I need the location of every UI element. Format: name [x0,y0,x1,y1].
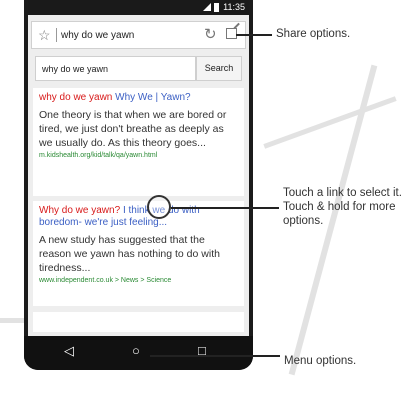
status-time: 11:35 [223,2,245,12]
reload-icon[interactable]: ↻ [204,25,217,43]
background-line [263,96,397,149]
search-button[interactable]: Search [196,56,242,81]
system-nav-bar: ◁ ○ □ [24,336,253,370]
divider [56,28,57,42]
result-title[interactable]: why do we yawn Why We | Yawn? [39,92,238,104]
bookmark-star-icon[interactable]: ☆ [38,27,51,44]
url-text[interactable]: why do we yawn [61,30,134,41]
callout-share: Share options. [276,28,351,40]
result-title-sub[interactable]: Why We | Yawn? [115,92,190,103]
system-home-icon[interactable]: ○ [132,343,140,358]
callout-line-link [171,207,279,209]
search-input[interactable]: why do we yawn [35,56,196,81]
result-title-main[interactable]: why do we yawn [39,92,112,103]
result-snippet: One theory is that when we are bored or … [39,109,227,149]
result-card-partial [33,312,244,332]
callout-link: Touch a link to select it. Touch & hold … [283,187,402,227]
result-source: www.independent.co.uk > News > Science [39,277,172,284]
result-card[interactable]: why do we yawn Why We | Yawn? One theory… [33,88,244,196]
phone-screen: 11:35 ☆ why do we yawn ↻ why do we yawn … [28,0,249,366]
result-source: m.kidshealth.org/kid/talk/qa/yawn.html [39,152,158,159]
phone-frame: 11:35 ☆ why do we yawn ↻ why do we yawn … [24,0,253,370]
battery-icon [214,3,219,12]
signal-icon [203,3,211,11]
system-back-icon[interactable]: ◁ [64,343,74,359]
callout-line-menu [150,355,280,357]
result-card[interactable]: Why do we yawn? I think we do with bored… [33,201,244,306]
search-row: why do we yawn Search [35,56,242,81]
callout-menu: Menu options. [284,355,357,367]
status-bar: 11:35 [28,0,249,15]
touch-indicator [147,195,171,219]
result-snippet: A new study has suggested that the reaso… [39,234,220,274]
result-title[interactable]: Why do we yawn? I think we do with bored… [39,205,238,229]
address-bar[interactable]: ☆ why do we yawn ↻ [31,21,246,49]
result-title-main[interactable]: Why do we yawn? [39,205,120,216]
callout-line-share [236,34,272,36]
